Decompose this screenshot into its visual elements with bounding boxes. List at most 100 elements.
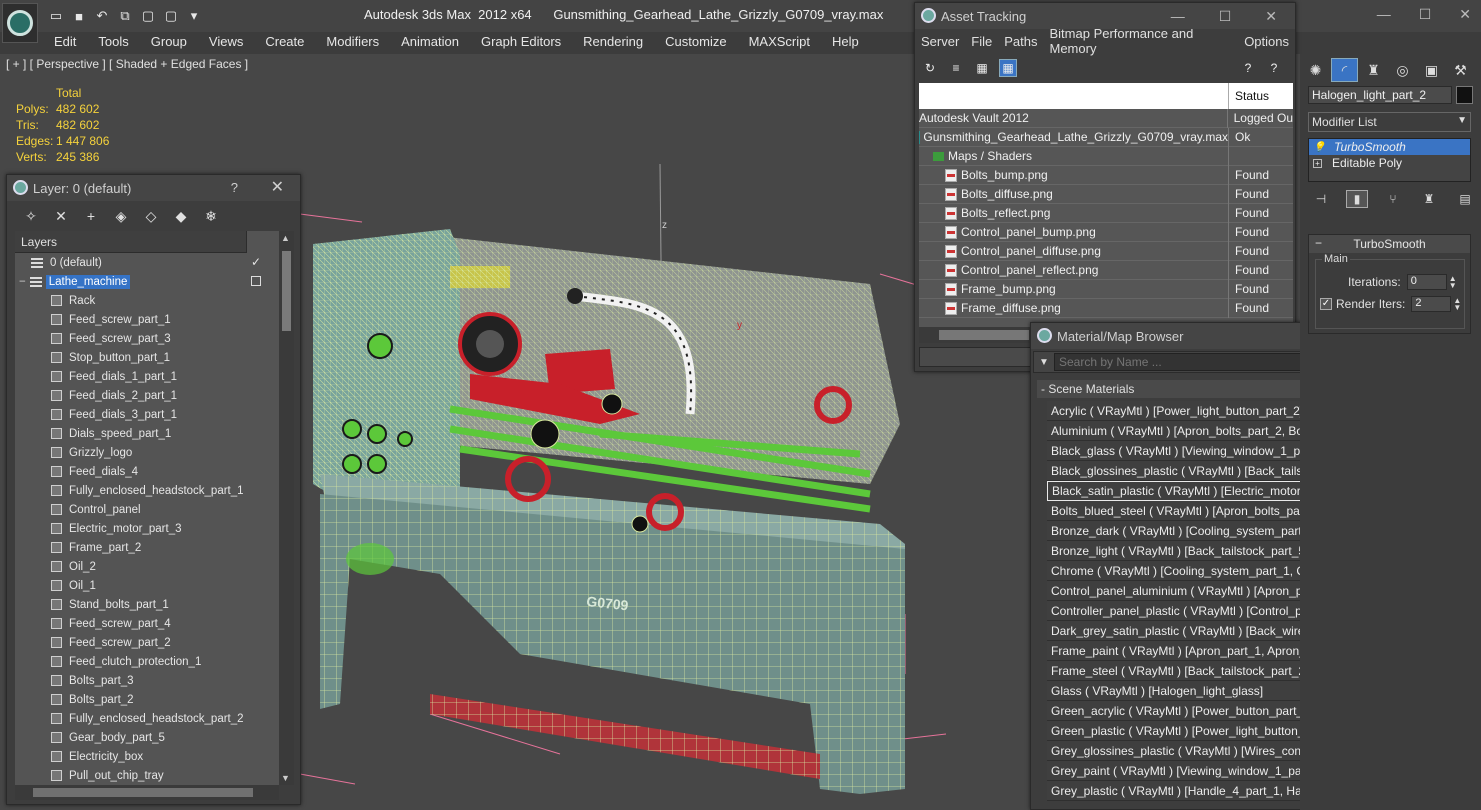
stack-item[interactable]: + Editable Poly	[1309, 155, 1470, 171]
maximize-icon[interactable]: ☐	[1419, 6, 1432, 23]
object-name[interactable]: Feed_screw_part_4	[66, 617, 174, 631]
app-logo-button[interactable]	[2, 3, 38, 43]
undo-icon[interactable]: ↶	[92, 7, 112, 25]
remove-modifier-icon[interactable]: ♜	[1418, 190, 1440, 208]
highlight-layer-icon[interactable]: ◇	[141, 206, 161, 226]
object-name[interactable]: Feed_screw_part_3	[66, 332, 174, 346]
layer-row[interactable]: − Lathe_machine	[15, 272, 279, 291]
scroll-down-icon[interactable]: ▼	[281, 773, 290, 783]
object-name[interactable]: Rack	[66, 294, 98, 308]
object-row[interactable]: Electricity_box	[15, 747, 279, 766]
lightbulb-icon[interactable]: 💡	[1313, 142, 1325, 153]
hierarchy-tab-icon[interactable]: ♜	[1360, 58, 1387, 82]
object-row[interactable]: Frame_part_2	[15, 538, 279, 557]
object-row[interactable]: Feed_screw_part_2	[15, 633, 279, 652]
object-row[interactable]: Dials_speed_part_1	[15, 424, 279, 443]
object-name[interactable]: Frame_part_2	[66, 541, 144, 555]
object-row[interactable]: Feed_dials_1_part_1	[15, 367, 279, 386]
create-layer-icon[interactable]: ✧	[21, 206, 41, 226]
configure-sets-icon[interactable]: ▤	[1454, 190, 1476, 208]
asset-tracking-window[interactable]: Asset Tracking — ☐ ✕ Server File Paths Bitm…	[914, 2, 1296, 372]
utilities-tab-icon[interactable]: ⚒	[1447, 58, 1474, 82]
object-row[interactable]: Rack	[15, 291, 279, 310]
object-row[interactable]: Bolts_part_3	[15, 671, 279, 690]
object-row[interactable]: Feed_dials_2_part_1	[15, 386, 279, 405]
object-name[interactable]: Grizzly_logo	[66, 446, 135, 460]
object-row[interactable]: Fully_enclosed_headstock_part_2	[15, 709, 279, 728]
pin-stack-icon[interactable]: ⊣	[1310, 190, 1332, 208]
layers-column-header[interactable]: Layers	[15, 231, 247, 253]
object-row[interactable]: Feed_dials_4	[15, 462, 279, 481]
list-view-icon[interactable]: ≡	[947, 59, 965, 77]
layer-name[interactable]: Lathe_machine	[45, 274, 131, 289]
asset-row[interactable]: Bolts_diffuse.png Found	[919, 184, 1293, 204]
spinner-icon[interactable]: ▲ ▼	[1449, 275, 1457, 290]
iterations-input[interactable]: 0	[1406, 274, 1447, 290]
object-row[interactable]: Feed_screw_part_3	[15, 329, 279, 348]
object-name[interactable]: Fully_enclosed_headstock_part_1	[66, 484, 247, 498]
menu-views[interactable]: Views	[195, 32, 251, 52]
object-row[interactable]: Feed_screw_part_4	[15, 614, 279, 633]
set-current-checkbox[interactable]	[251, 276, 261, 286]
render-iters-checkbox[interactable]: ✓	[1320, 298, 1332, 310]
object-row[interactable]: Feed_screw_part_1	[15, 310, 279, 329]
render-iters-input[interactable]: 2	[1411, 296, 1452, 312]
layer-tree[interactable]: Layers 0 (default) ✓ − Lathe_machine Rack Fee…	[15, 231, 279, 785]
menu-create[interactable]: Create	[251, 32, 312, 52]
object-name[interactable]: Stand_bolts_part_1	[66, 598, 172, 612]
object-row[interactable]: Fully_enclosed_headstock_part_1	[15, 481, 279, 500]
horizontal-scrollbar[interactable]	[15, 785, 279, 800]
menu-modifiers[interactable]: Modifiers	[312, 32, 387, 52]
project-folder-icon[interactable]: ▢	[138, 7, 158, 25]
asset-menu-paths[interactable]: Paths	[998, 34, 1043, 49]
select-in-layer-icon[interactable]: ◈	[111, 206, 131, 226]
new-scene-icon[interactable]: ▢	[161, 7, 181, 25]
asset-menu-bitmap-performance-and-memory[interactable]: Bitmap Performance and Memory	[1044, 26, 1239, 56]
modifier-stack[interactable]: 💡 TurboSmooth + Editable Poly	[1308, 138, 1471, 182]
object-name-field[interactable]: Halogen_light_part_2	[1308, 86, 1452, 104]
object-row[interactable]: Oil_1	[15, 576, 279, 595]
help-button[interactable]: ?	[231, 180, 238, 195]
menu-help[interactable]: Help	[818, 32, 867, 52]
asset-row[interactable]: Control_panel_diffuse.png Found	[919, 241, 1293, 261]
asset-menu-file[interactable]: File	[965, 34, 998, 49]
asset-row[interactable]: Autodesk Vault 2012 Logged Ou	[919, 108, 1293, 128]
object-name[interactable]: Fully_enclosed_headstock_part_2	[66, 712, 247, 726]
scroll-up-icon[interactable]: ▲	[281, 233, 290, 243]
layer-row[interactable]: 0 (default) ✓	[15, 253, 279, 272]
layer-name[interactable]: 0 (default)	[47, 256, 105, 270]
expand-icon[interactable]: +	[1313, 158, 1322, 168]
menu-tools[interactable]: Tools	[84, 32, 136, 52]
object-color-swatch[interactable]	[1456, 86, 1473, 104]
motion-tab-icon[interactable]: ◎	[1389, 58, 1416, 82]
open-folder-icon[interactable]: ▭	[46, 7, 66, 25]
refresh-icon[interactable]: ↻	[921, 59, 939, 77]
modify-tab-icon[interactable]: ◜	[1331, 58, 1358, 82]
stack-item[interactable]: 💡 TurboSmooth	[1309, 139, 1470, 155]
object-name[interactable]: Feed_dials_4	[66, 465, 141, 479]
object-row[interactable]: Gear_body_part_5	[15, 728, 279, 747]
options-dropdown-icon[interactable]: ▼	[1034, 357, 1054, 368]
asset-menu-options[interactable]: Options	[1238, 34, 1295, 49]
hide-all-icon[interactable]: ◆	[171, 206, 191, 226]
asset-row[interactable]: Maps / Shaders	[919, 146, 1293, 166]
asset-row[interactable]: Control_panel_bump.png Found	[919, 222, 1293, 242]
object-name[interactable]: Control_panel	[66, 503, 144, 517]
show-end-result-icon[interactable]: ▮	[1346, 190, 1368, 208]
object-name[interactable]: Bolts_part_2	[66, 693, 137, 707]
object-name[interactable]: Bolts_part_3	[66, 674, 137, 688]
object-row[interactable]: Stop_button_part_1	[15, 348, 279, 367]
object-row[interactable]: Grizzly_logo	[15, 443, 279, 462]
object-name[interactable]: Feed_dials_3_part_1	[66, 408, 180, 422]
asset-row[interactable]: Gunsmithing_Gearhead_Lathe_Grizzly_G0709…	[919, 127, 1293, 147]
collapse-icon[interactable]: −	[19, 276, 26, 288]
table-view-icon[interactable]: ▦	[999, 59, 1017, 77]
asset-row[interactable]: Control_panel_reflect.png Found	[919, 260, 1293, 280]
object-name[interactable]: Gear_body_part_5	[66, 731, 168, 745]
dropdown-arrow-icon[interactable]: ▾	[184, 7, 204, 25]
asset-table[interactable]: Status Autodesk Vault 2012 Logged Ou Gunsm…	[919, 83, 1293, 327]
delete-layer-icon[interactable]: ✕	[51, 206, 71, 226]
display-tab-icon[interactable]: ▣	[1418, 58, 1445, 82]
make-unique-icon[interactable]: ⑂	[1382, 190, 1404, 208]
create-tab-icon[interactable]: ✺	[1302, 58, 1329, 82]
